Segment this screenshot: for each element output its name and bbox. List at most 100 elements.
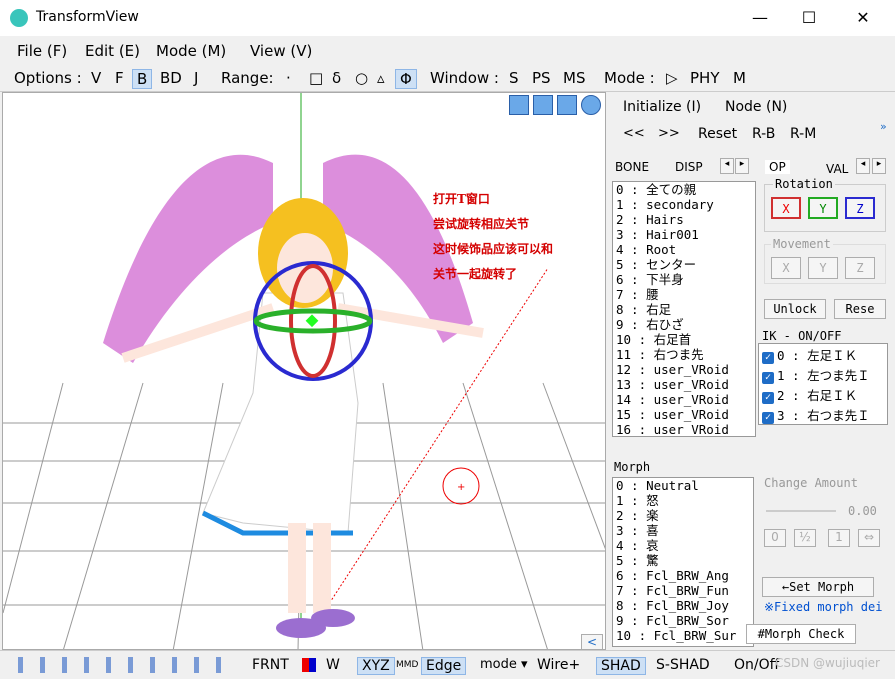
tab2-scroll-right[interactable]: ▸: [872, 158, 886, 174]
bone-list-item[interactable]: 5 : センター: [613, 257, 755, 272]
mode-phy[interactable]: PHY: [690, 69, 720, 87]
mode-m[interactable]: M: [733, 69, 746, 87]
option-j[interactable]: J: [194, 69, 198, 87]
onoff-button[interactable]: On/Off: [734, 657, 779, 673]
scene-canvas[interactable]: +: [3, 93, 606, 650]
checkbox-icon[interactable]: ✓: [762, 352, 774, 364]
tab2-scroll-left[interactable]: ◂: [856, 158, 870, 174]
bone-list-item[interactable]: 14 : user_VRoid: [613, 392, 755, 407]
rb-button[interactable]: R-B: [752, 126, 775, 142]
amount-swap-button[interactable]: ⇔: [858, 529, 880, 547]
front-view-button[interactable]: FRNT: [252, 657, 289, 673]
bone-list-item[interactable]: 15 : user_VRoid: [613, 407, 755, 422]
morph-list-item[interactable]: 1 : 怒: [613, 493, 753, 508]
move-y-button[interactable]: Y: [808, 257, 838, 279]
move-z-button[interactable]: Z: [845, 257, 875, 279]
morph-list-item[interactable]: 8 : Fcl_BRW_Joy: [613, 598, 753, 613]
morph-list-item[interactable]: 3 : 喜: [613, 523, 753, 538]
range-triangle[interactable]: ▵: [377, 69, 385, 87]
bone-list-item[interactable]: 1 : secondary: [613, 197, 755, 212]
window-ps[interactable]: PS: [532, 69, 551, 87]
more-icon[interactable]: »: [880, 120, 887, 133]
shad-button[interactable]: SHAD: [596, 657, 646, 675]
bone-list-item[interactable]: 8 : 右足: [613, 302, 755, 317]
rm-button[interactable]: R-M: [790, 126, 816, 142]
morph-list-item[interactable]: 7 : Fcl_BRW_Fun: [613, 583, 753, 598]
checkbox-icon[interactable]: ✓: [762, 412, 774, 424]
morph-list-item[interactable]: 6 : Fcl_BRW_Ang: [613, 568, 753, 583]
tab-scroll-left[interactable]: ◂: [720, 158, 734, 174]
next-button[interactable]: >>: [658, 126, 680, 141]
checkbox-icon[interactable]: ✓: [762, 392, 774, 404]
bone-list-item[interactable]: 10 : 右足首: [613, 332, 755, 347]
rotate-y-button[interactable]: Y: [808, 197, 838, 219]
bone-list-item[interactable]: 9 : 右ひざ: [613, 317, 755, 332]
checkbox-icon[interactable]: ✓: [762, 372, 774, 384]
option-v[interactable]: V: [91, 69, 101, 87]
ik-list[interactable]: ✓ 0 : 左足ＩＫ ✓ 1 : 左つま先Ｉ ✓ 2 : 右足ＩＫ ✓ 3 : 右つま先Ｉ: [758, 343, 888, 425]
ik-list-item[interactable]: ✓ 2 : 右足ＩＫ: [759, 386, 887, 406]
morph-list-item[interactable]: 2 : 楽: [613, 508, 753, 523]
tab-disp[interactable]: DISP: [675, 160, 703, 174]
amount-half-button[interactable]: ½: [794, 529, 816, 547]
edge-button[interactable]: Edge: [421, 657, 467, 675]
bone-list-item[interactable]: 4 : Root: [613, 242, 755, 257]
option-b[interactable]: B: [132, 69, 153, 89]
morph-list-item[interactable]: 5 : 驚: [613, 553, 753, 568]
menu-view[interactable]: View (V): [250, 42, 312, 60]
reset-button[interactable]: Reset: [698, 126, 737, 142]
bone-list-item[interactable]: 7 : 腰: [613, 287, 755, 302]
tab-val[interactable]: VAL: [826, 162, 848, 176]
rotate-x-button[interactable]: X: [771, 197, 801, 219]
color-swatch-icon[interactable]: [302, 658, 316, 672]
tab-bone[interactable]: BONE: [615, 160, 649, 174]
move-icon[interactable]: [533, 95, 553, 115]
ik-list-item[interactable]: ✓ 3 : 右つま先Ｉ: [759, 406, 887, 424]
s-shad-button[interactable]: S-SHAD: [656, 657, 710, 673]
tab-scroll-right[interactable]: ▸: [735, 158, 749, 174]
mode-play[interactable]: ▷: [666, 69, 678, 87]
menu-file[interactable]: File (F): [17, 42, 67, 60]
ik-list-item[interactable]: ✓ 0 : 左足ＩＫ: [759, 346, 887, 366]
w-button[interactable]: W: [326, 657, 340, 673]
rotate-view-icon[interactable]: [581, 95, 601, 115]
amount-one-button[interactable]: 1: [828, 529, 850, 547]
maximize-button[interactable]: ☐: [786, 0, 832, 36]
xyz-button[interactable]: XYZ: [357, 657, 395, 675]
unlock-button[interactable]: Unlock: [764, 299, 826, 319]
window-s[interactable]: S: [509, 69, 519, 87]
window-ms[interactable]: MS: [563, 69, 585, 87]
range-rect[interactable]: □: [309, 69, 323, 87]
tab-op[interactable]: OP: [765, 160, 790, 174]
option-f[interactable]: F: [115, 69, 124, 87]
bone-list[interactable]: 0 : 全ての親 1 : secondary 2 : Hairs 3 : Hair00…: [612, 181, 756, 437]
mode-dropdown[interactable]: mode ▾: [480, 657, 528, 672]
range-circle[interactable]: ○: [355, 69, 368, 87]
zoom-icon[interactable]: [557, 95, 577, 115]
reset-bone-button[interactable]: Rese: [834, 299, 886, 319]
bone-list-item[interactable]: 13 : user_VRoid: [613, 377, 755, 392]
menu-mode[interactable]: Mode (M): [156, 42, 226, 60]
bone-list-item[interactable]: 2 : Hairs: [613, 212, 755, 227]
prev-button[interactable]: <<: [623, 126, 645, 141]
view-icons[interactable]: [10, 657, 235, 673]
set-morph-button[interactable]: ←Set Morph: [762, 577, 874, 597]
bone-list-item[interactable]: 12 : user_VRoid: [613, 362, 755, 377]
pan-icon[interactable]: [509, 95, 529, 115]
3d-viewport[interactable]: + 打开T窗口 尝试旋转相应关节 这时候饰品应该可以和 关节一起旋转了 <: [2, 92, 606, 650]
rotate-z-button[interactable]: Z: [845, 197, 875, 219]
menu-edit[interactable]: Edit (E): [85, 42, 140, 60]
initialize-button[interactable]: Initialize (I): [623, 99, 701, 115]
mmd-button[interactable]: MMD: [396, 660, 418, 670]
morph-list-item[interactable]: 10 : Fcl_BRW_Sur: [613, 628, 753, 643]
range-phi[interactable]: Φ: [395, 69, 417, 89]
bone-list-item[interactable]: 6 : 下半身: [613, 272, 755, 287]
move-x-button[interactable]: X: [771, 257, 801, 279]
bone-list-item[interactable]: 3 : Hair001: [613, 227, 755, 242]
morph-list-item[interactable]: 9 : Fcl_BRW_Sor: [613, 613, 753, 628]
node-button[interactable]: Node (N): [725, 99, 787, 115]
wire-button[interactable]: Wire+: [537, 657, 580, 673]
minimize-button[interactable]: —: [737, 0, 783, 36]
bone-list-item[interactable]: 11 : 右つま先: [613, 347, 755, 362]
bone-list-item[interactable]: 16 : user_VRoid: [613, 422, 755, 436]
